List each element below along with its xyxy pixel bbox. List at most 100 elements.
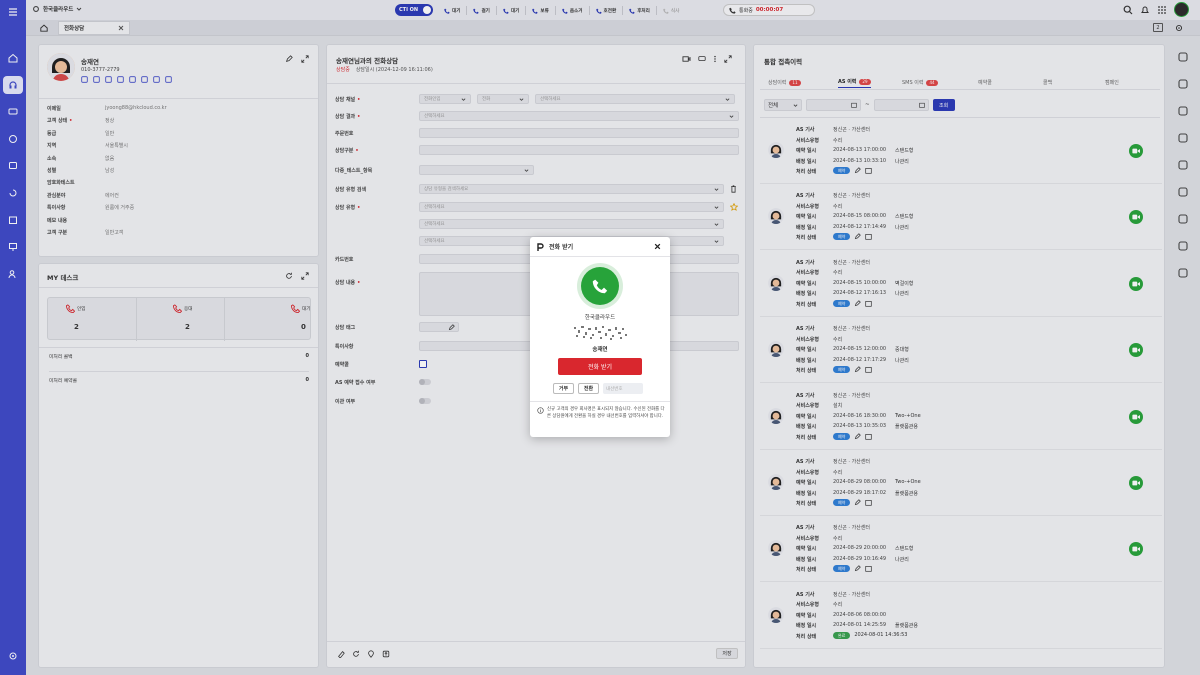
stat-0[interactable]: 인입 2	[48, 298, 136, 341]
history-tab-0[interactable]: 상담이력 11	[768, 77, 801, 88]
top-button-2[interactable]: 대기	[495, 6, 525, 15]
top-button-0[interactable]: 대기	[438, 6, 466, 15]
consult-tag-input[interactable]	[419, 322, 459, 332]
search-icon[interactable]	[1123, 5, 1133, 15]
edit-icon[interactable]	[854, 300, 862, 307]
expand-icon[interactable]	[301, 272, 309, 280]
transfer-button[interactable]: 전환	[578, 383, 599, 394]
expand-icon[interactable]	[301, 55, 309, 63]
calendar-icon[interactable]	[865, 565, 873, 573]
consult-input-1[interactable]: 선택하세요	[419, 111, 739, 121]
top-button-4[interactable]: 음소거	[554, 6, 589, 15]
star-icon[interactable]	[730, 203, 738, 211]
save-button[interactable]: 저장	[716, 648, 738, 659]
accept-call-button[interactable]: 전화 받기	[558, 358, 642, 375]
history-item[interactable]: AS 기사 정신곤 · 가산센터 서비스유형 수리 예약 일시 2024-08-15 10…	[760, 251, 1162, 317]
calendar-icon[interactable]	[865, 433, 873, 440]
eraser-icon[interactable]	[337, 650, 345, 658]
edit-icon[interactable]	[854, 499, 862, 506]
book-icon[interactable]	[1177, 78, 1189, 90]
menu-icon[interactable]	[3, 3, 23, 21]
calendar-icon[interactable]	[865, 167, 873, 174]
extension-input[interactable]: 내선번호	[603, 383, 643, 394]
upload-icon[interactable]	[382, 650, 390, 658]
id-card-icon[interactable]	[1177, 267, 1189, 279]
history-item[interactable]: AS 기사 정신곤 · 가산센터 서비스유형 설치 예약 일시 2024-08-16 18…	[760, 384, 1162, 450]
top-button-1[interactable]: 걸기	[466, 6, 495, 15]
apps-grid-icon[interactable]	[1157, 5, 1167, 15]
chat-icon[interactable]	[1177, 105, 1189, 117]
video-call-button[interactable]	[1129, 542, 1143, 557]
calendar-icon[interactable]	[865, 366, 873, 373]
consult-input-2[interactable]	[419, 128, 739, 138]
bell-icon[interactable]	[1140, 5, 1150, 15]
consult-input-6[interactable]: 선택하세요	[419, 202, 738, 212]
chat-icon[interactable]	[3, 103, 23, 121]
consult-input-7[interactable]: 선택하세요	[419, 219, 724, 229]
sms-icon[interactable]	[3, 157, 23, 175]
message-icon[interactable]	[3, 130, 23, 148]
edit-icon[interactable]	[448, 323, 455, 331]
board-icon[interactable]	[153, 76, 160, 83]
history-tab-4[interactable]: 콜백	[1043, 77, 1052, 88]
toggle-switch[interactable]	[419, 398, 431, 404]
history-tab-5[interactable]: 캠페인	[1105, 77, 1119, 88]
top-button-3[interactable]: 보류	[525, 6, 554, 15]
refresh-icon[interactable]	[285, 272, 293, 280]
edit-icon[interactable]	[285, 55, 293, 63]
video-call-button[interactable]	[1129, 343, 1143, 358]
kakao-icon[interactable]	[117, 76, 124, 83]
stat-1[interactable]: 응대 2	[136, 298, 224, 341]
channel-select-1[interactable]: 전화	[477, 94, 529, 104]
calendar-icon[interactable]	[865, 499, 873, 506]
history-item[interactable]: AS 기사 정신곤 · 가산센터 서비스유형 수리 예약 일시 2024-08-29 08…	[760, 450, 1162, 516]
board-icon[interactable]	[3, 238, 23, 256]
video-call-button[interactable]	[1129, 210, 1143, 225]
settings-icon[interactable]	[1177, 51, 1189, 63]
reservation-checkbox[interactable]	[419, 360, 427, 368]
history-tab-2[interactable]: SMS 이력 44	[902, 77, 938, 88]
briefcase-icon[interactable]	[1177, 240, 1189, 252]
company-selector[interactable]: 한국클라우드	[32, 5, 82, 13]
chat-bubble-icon[interactable]	[1177, 132, 1189, 144]
edit-icon[interactable]	[854, 233, 862, 240]
consult-input-3[interactable]	[419, 145, 739, 155]
ticket-icon[interactable]	[165, 76, 172, 83]
calendar-icon[interactable]	[865, 233, 873, 241]
end-date-input[interactable]	[873, 99, 929, 111]
refresh-icon[interactable]	[352, 650, 360, 658]
calendar-icon[interactable]	[865, 300, 873, 307]
consult-input-5[interactable]: 상담 유형을 검색하세요	[419, 184, 736, 194]
video-call-button[interactable]	[1129, 276, 1143, 291]
phone-log-icon[interactable]	[1177, 159, 1189, 171]
top-button-5[interactable]: 호전환	[588, 6, 623, 15]
mydesk-row[interactable]: 미처리 예약콜 0	[49, 374, 309, 396]
scissors-icon[interactable]	[1177, 186, 1189, 198]
phone-icon[interactable]	[81, 76, 88, 83]
calendar-check-icon[interactable]	[1177, 213, 1189, 225]
edit-icon[interactable]	[854, 565, 862, 572]
channel-select-0[interactable]: 전화인입	[419, 94, 471, 104]
channel-select-2[interactable]: 선택하세요	[535, 94, 735, 104]
user-avatar[interactable]	[1174, 2, 1189, 17]
mydesk-row[interactable]: 미처리 콜백 0	[49, 350, 309, 372]
reject-button[interactable]: 거부	[553, 383, 574, 394]
sms-icon[interactable]	[93, 76, 100, 83]
history-item[interactable]: AS 기사 정신곤 · 가산센터 서비스유형 수리 예약 일시 2024-08-13 17…	[760, 118, 1162, 184]
chat-icon[interactable]	[105, 76, 112, 83]
top-button-7[interactable]: 식사	[655, 6, 685, 15]
close-icon[interactable]	[654, 243, 661, 250]
video-call-button[interactable]	[1129, 144, 1143, 158]
history-item[interactable]: AS 기사 정신곤 · 가산센터 서비스유형 수리 예약 일시 2024-08-15 12…	[760, 317, 1162, 384]
period-select[interactable]: 전체	[764, 99, 802, 111]
location-icon[interactable]	[367, 650, 375, 658]
consult-input-4[interactable]	[419, 165, 534, 175]
counter-badge[interactable]: 2	[1153, 23, 1163, 32]
history-tab-1[interactable]: AS 이력 29	[838, 77, 871, 88]
toggle-switch[interactable]	[419, 379, 431, 385]
history-item[interactable]: AS 기사 정신곤 · 가산센터 서비스유형 수리 예약 일시 2024-08-15 08…	[760, 184, 1162, 251]
edit-icon[interactable]	[854, 167, 862, 174]
settings-icon[interactable]	[3, 647, 23, 665]
headset-icon[interactable]	[3, 76, 23, 94]
stat-2[interactable]: 대기 0	[224, 298, 312, 341]
